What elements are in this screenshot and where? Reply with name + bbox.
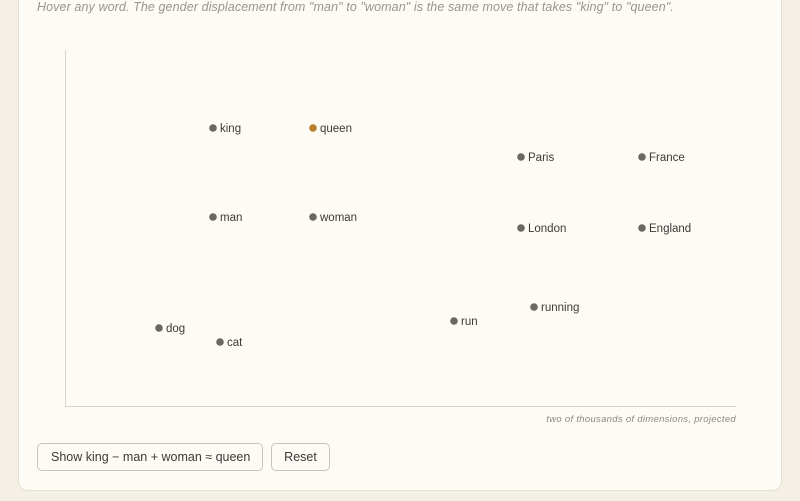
word-point-man[interactable]: man xyxy=(209,212,242,224)
word-point-france[interactable]: France xyxy=(638,152,685,164)
point-label: running xyxy=(541,302,579,314)
point-label: London xyxy=(528,223,566,235)
point-label: man xyxy=(220,212,242,224)
point-marker xyxy=(209,213,217,221)
word-point-paris[interactable]: Paris xyxy=(517,152,554,164)
point-marker xyxy=(638,153,646,161)
word-point-woman[interactable]: woman xyxy=(309,212,357,224)
point-marker xyxy=(309,124,317,132)
word-point-running[interactable]: running xyxy=(530,302,579,314)
word-point-london[interactable]: London xyxy=(517,223,566,235)
point-marker xyxy=(517,224,525,232)
point-marker xyxy=(517,153,525,161)
word-point-run[interactable]: run xyxy=(450,316,478,328)
show-analogy-button[interactable]: Show king − man + woman ≈ queen xyxy=(37,443,263,471)
point-marker xyxy=(450,317,458,325)
word-points: king queen Paris France man woman London Englan… xyxy=(155,123,691,349)
point-label: woman xyxy=(319,212,357,224)
axis-caption: two of thousands of dimensions, projecte… xyxy=(546,414,736,425)
word-point-cat[interactable]: cat xyxy=(216,337,243,349)
reset-button[interactable]: Reset xyxy=(271,443,330,471)
word-point-queen[interactable]: queen xyxy=(309,123,352,135)
word-point-dog[interactable]: dog xyxy=(155,323,185,335)
point-marker xyxy=(309,213,317,221)
point-label: king xyxy=(220,123,241,135)
point-marker xyxy=(638,224,646,232)
word-embedding-plot: king queen Paris France man woman London Englan… xyxy=(65,50,736,407)
point-marker xyxy=(209,124,217,132)
point-label: dog xyxy=(166,323,185,335)
word-point-england[interactable]: England xyxy=(638,223,691,235)
point-label: queen xyxy=(320,123,352,135)
point-label: run xyxy=(461,316,478,328)
point-label: England xyxy=(649,223,691,235)
point-marker xyxy=(530,303,538,311)
word-point-king[interactable]: king xyxy=(209,123,241,135)
point-marker xyxy=(155,324,163,332)
point-label: Paris xyxy=(528,152,554,164)
point-marker xyxy=(216,338,224,346)
point-label: cat xyxy=(227,337,243,349)
point-label: France xyxy=(649,152,685,164)
